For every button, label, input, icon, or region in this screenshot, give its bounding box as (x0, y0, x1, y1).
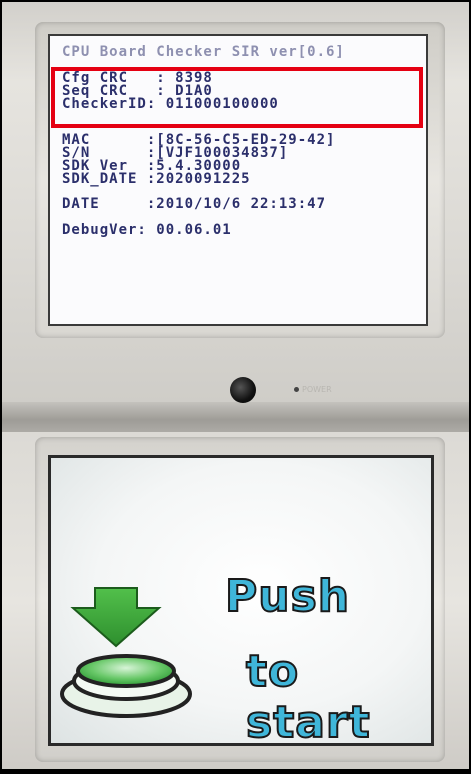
touch-screen[interactable]: Push to start (48, 455, 434, 746)
down-arrow-icon (70, 587, 162, 648)
to-start-label: to start (245, 645, 371, 746)
push-label: Push (224, 570, 351, 623)
highlight-box (51, 67, 423, 128)
power-led-icon (294, 387, 299, 392)
sdk-date-line: SDK_DATE :2020091225 (62, 171, 251, 187)
debug-ver-line: DebugVer: 00.06.01 (62, 222, 232, 238)
device-photo: CPU Board Checker SIR ver[0.6] Cfg CRC :… (0, 0, 471, 774)
title-line: CPU Board Checker SIR ver[0.6] (62, 44, 345, 60)
power-led-label: POWER (302, 385, 332, 394)
camera-icon (230, 377, 256, 403)
date-line: DATE :2010/10/6 22:13:47 (62, 196, 327, 212)
round-button-icon[interactable] (60, 654, 192, 718)
